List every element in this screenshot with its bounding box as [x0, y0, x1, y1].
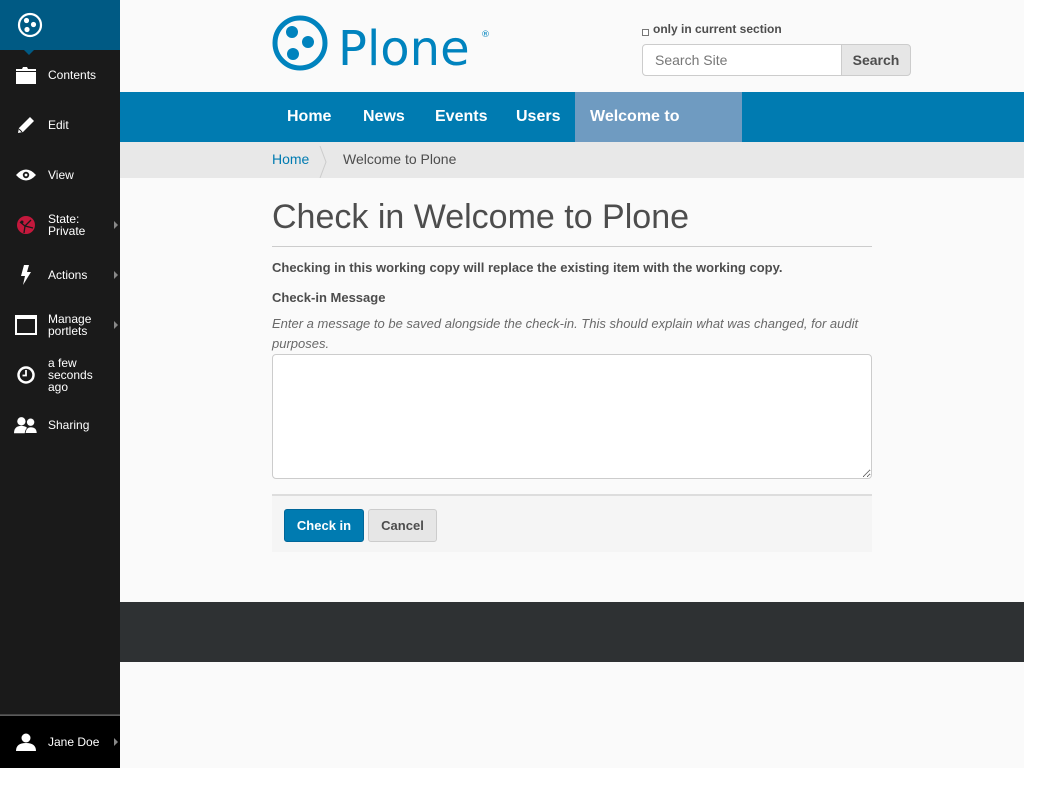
nav-item-home[interactable]: Home [272, 92, 346, 142]
toolbar-item-state[interactable]: State: Private [0, 200, 120, 250]
logo-text: Plone [338, 21, 470, 74]
svg-text:®: ® [481, 30, 490, 40]
plone-logo-icon: Plone ® [272, 15, 490, 77]
state-icon [14, 213, 38, 237]
plone-logo-icon [17, 12, 43, 38]
history-label-line3: ago [48, 380, 69, 394]
toolbar-item-label: Actions [48, 268, 88, 282]
breadcrumb-separator-icon [319, 146, 327, 178]
toolbar-item-label: Contents [48, 68, 97, 82]
checkin-message-label: Check-in Message [272, 290, 386, 305]
lightning-icon [14, 263, 38, 287]
toolbar-logo-button[interactable] [0, 0, 120, 55]
submenu-arrow-icon [114, 221, 118, 229]
search-input[interactable] [642, 44, 842, 76]
page-description: Checking in this working copy will repla… [272, 260, 783, 275]
toolbar-user-menu[interactable]: Jane Doe [0, 716, 120, 768]
check-in-button[interactable]: Check in [284, 509, 364, 542]
breadcrumb-home[interactable]: Home [272, 151, 309, 167]
search-button[interactable]: Search [841, 44, 911, 76]
submenu-arrow-icon [114, 271, 118, 279]
toolbar-item-contents[interactable]: Contents [0, 50, 120, 100]
site-footer [120, 602, 1024, 662]
portlets-label-line2: portlets [48, 324, 88, 338]
breadcrumb: Home Welcome to Plone [120, 142, 1024, 178]
toolbar-item-manage-portlets[interactable]: Manage portlets [0, 300, 120, 350]
submenu-arrow-icon [114, 738, 118, 746]
user-name: Jane Doe [48, 735, 100, 749]
pencil-icon [14, 113, 38, 137]
clock-icon [14, 363, 38, 387]
toolbar-item-edit[interactable]: Edit [0, 100, 120, 150]
nav-item-news[interactable]: News [348, 92, 420, 142]
nav-item-welcome-to-plone[interactable]: Welcome to Plone [575, 92, 742, 175]
breadcrumb-current: Welcome to Plone [343, 151, 457, 167]
folder-icon [14, 63, 38, 87]
submenu-arrow-icon [114, 321, 118, 329]
toolbar-item-label: Sharing [48, 418, 90, 432]
state-label-line2: Private [48, 224, 86, 238]
content-area: Check in Welcome to Plone Checking in th… [120, 178, 1024, 602]
page-bottom [120, 662, 1024, 768]
eye-icon [14, 163, 38, 187]
toolbar-item-label: a few seconds ago [48, 357, 93, 393]
main-navigation: Home News Events Users Welcome to Plone [120, 92, 1024, 175]
toolbar-item-label: View [48, 168, 74, 182]
page-title: Check in Welcome to Plone [272, 198, 690, 236]
checkin-message-help: Enter a message to be saved alongside th… [272, 316, 859, 351]
checkbox[interactable] [642, 28, 649, 36]
users-icon [14, 413, 38, 437]
toolbar-item-sharing[interactable]: Sharing [0, 400, 120, 450]
cancel-button[interactable]: Cancel [368, 509, 437, 542]
toolbar-item-view[interactable]: View [0, 150, 120, 200]
toolbar-item-label: Edit [48, 118, 69, 132]
nav-item-users[interactable]: Users [501, 92, 575, 142]
title-divider [272, 246, 872, 247]
toolbar-item-label: Manage portlets [48, 313, 91, 337]
checkin-message-textarea[interactable] [272, 354, 872, 479]
site-logo[interactable]: Plone ® [272, 14, 492, 77]
nav-item-events[interactable]: Events [420, 92, 502, 142]
current-section-label: only in current section [653, 22, 782, 36]
site-header: Plone ® only in current section Search [120, 0, 1024, 92]
toolbar-item-actions[interactable]: Actions [0, 250, 120, 300]
plone-toolbar: Contents Edit View State: Private Actions… [0, 0, 120, 768]
current-section-checkbox[interactable]: only in current section [642, 22, 782, 36]
window-icon [14, 313, 38, 337]
toolbar-item-history[interactable]: a few seconds ago [0, 350, 120, 400]
toolbar-item-label: State: Private [48, 213, 85, 237]
user-icon [14, 730, 38, 754]
form-actions: Check in Cancel [272, 494, 872, 552]
